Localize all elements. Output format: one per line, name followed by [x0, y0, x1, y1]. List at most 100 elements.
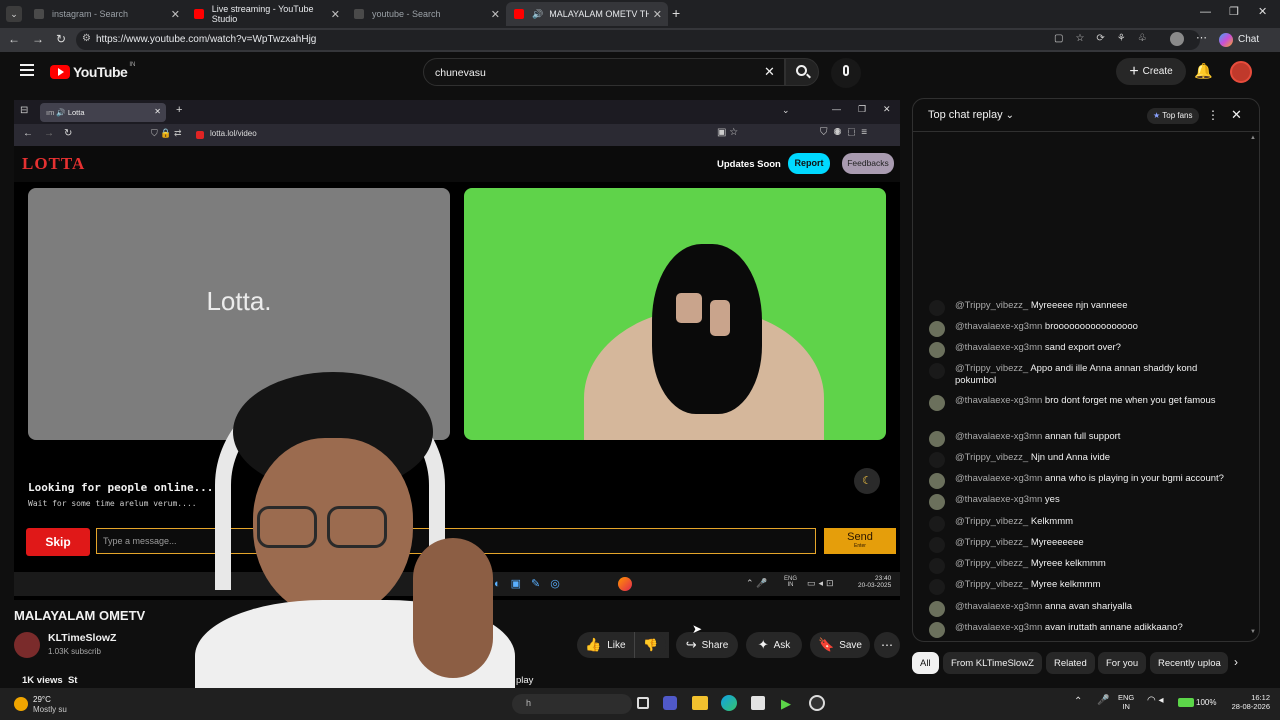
browser-tab-instagram[interactable]: instagram - Search ✕: [26, 2, 186, 26]
reload-icon[interactable]: ↻: [56, 32, 66, 46]
minimize-icon[interactable]: —: [832, 104, 841, 114]
input-language[interactable]: ENG IN: [1118, 693, 1134, 711]
chat-author-name[interactable]: @thavalaexe-xg3mn: [955, 431, 1042, 442]
back-icon[interactable]: ←: [8, 32, 20, 46]
chat-author-avatar[interactable]: [929, 452, 945, 468]
close-tab-icon[interactable]: ✕: [653, 8, 662, 21]
chat-author-avatar[interactable]: [929, 300, 945, 316]
theme-toggle-icon[interactable]: ☾: [854, 468, 880, 494]
ask-button[interactable]: ✦ Ask: [746, 632, 802, 658]
profile-avatar[interactable]: [1170, 32, 1184, 46]
channel-avatar[interactable]: [14, 632, 40, 658]
chat-author-name[interactable]: @Trippy_vibezz_: [955, 558, 1028, 569]
wifi-icon[interactable]: ◠ ◂: [1147, 695, 1164, 706]
top-fans-button[interactable]: ★ Top fans: [1147, 108, 1199, 124]
notifications-icon[interactable]: 🔔: [1194, 62, 1213, 80]
search-input[interactable]: chunevasu ✕: [423, 58, 785, 86]
embedded-url[interactable]: lotta.lol/video: [210, 129, 257, 138]
reload-icon[interactable]: ↻: [64, 128, 72, 139]
search-button[interactable]: [785, 58, 819, 86]
chip-from-channel[interactable]: From KLTimeSlowZ: [943, 652, 1042, 674]
chip-related[interactable]: Related: [1046, 652, 1095, 674]
skip-button[interactable]: Skip: [26, 528, 90, 556]
site-info-icon[interactable]: ⚙: [82, 33, 91, 44]
restore-icon[interactable]: ❐: [858, 104, 866, 115]
restore-icon[interactable]: ❐: [1229, 5, 1239, 18]
chat-author-avatar[interactable]: [929, 395, 945, 411]
chat-author-avatar[interactable]: [929, 431, 945, 447]
browser-tab-studio[interactable]: Live streaming - YouTube Studio ✕: [186, 2, 346, 26]
send-button[interactable]: Send Enter: [824, 528, 896, 554]
close-window-icon[interactable]: ✕: [883, 104, 891, 115]
list-tabs-icon[interactable]: ⌄: [782, 105, 790, 116]
chip-recently-uploaded[interactable]: Recently uploa: [1150, 652, 1228, 674]
report-button[interactable]: Report: [788, 153, 830, 174]
more-icon[interactable]: ⋯: [1196, 31, 1207, 44]
edge-icon[interactable]: [721, 695, 737, 711]
browser-tab-malayalam[interactable]: 🔊 MALAYALAM OMETV THE NE ✕: [506, 2, 668, 26]
chat-author-name[interactable]: @Trippy_vibezz_: [955, 516, 1028, 527]
chat-author-name[interactable]: @thavalaexe-xg3mn: [955, 473, 1042, 484]
voice-search-button[interactable]: [831, 58, 861, 88]
create-button[interactable]: + Create: [1116, 58, 1186, 85]
close-tab-icon[interactable]: ✕: [154, 107, 161, 116]
chevron-right-icon[interactable]: ›: [1234, 655, 1238, 669]
chat-author-name[interactable]: @thavalaexe-xg3mn: [955, 342, 1042, 353]
chat-author-avatar[interactable]: [929, 601, 945, 617]
more-actions-button[interactable]: ⋯: [874, 632, 900, 658]
channel-name[interactable]: KLTimeSlowZ: [48, 632, 116, 644]
chat-author-avatar[interactable]: [929, 537, 945, 553]
close-tab-icon[interactable]: ✕: [171, 8, 180, 21]
chat-author-name[interactable]: @thavalaexe-xg3mn: [955, 494, 1042, 505]
new-tab-icon[interactable]: +: [672, 5, 680, 21]
chat-author-name[interactable]: @Trippy_vibezz_: [955, 363, 1028, 374]
chat-header-dropdown[interactable]: Top chat replay ⌄: [928, 109, 1014, 121]
clear-search-icon[interactable]: ✕: [764, 64, 775, 80]
chat-button[interactable]: Chat: [1238, 34, 1259, 45]
lotta-logo[interactable]: LOTTA: [22, 154, 85, 174]
share-button[interactable]: ↪ Share: [676, 632, 738, 658]
close-tab-icon[interactable]: ✕: [331, 8, 340, 21]
chat-author-name[interactable]: @thavalaexe-xg3mn: [955, 622, 1042, 633]
chip-all[interactable]: All: [912, 652, 939, 674]
forward-icon[interactable]: →: [32, 32, 44, 46]
bookmark-icon[interactable]: ▣ ☆: [717, 127, 738, 138]
chat-author-avatar[interactable]: [929, 558, 945, 574]
chat-author-avatar[interactable]: [929, 494, 945, 510]
youtube-logo[interactable]: YouTube IN: [50, 62, 135, 80]
new-tab-icon[interactable]: +: [176, 104, 182, 116]
store-icon[interactable]: [751, 696, 765, 710]
chat-author-name[interactable]: @Trippy_vibezz_: [955, 537, 1028, 548]
chat-menu-icon[interactable]: ⋮: [1207, 108, 1219, 122]
close-tab-icon[interactable]: ✕: [491, 8, 500, 21]
file-explorer-icon[interactable]: [692, 696, 708, 710]
media-player-icon[interactable]: ▶: [781, 696, 791, 712]
taskbar-search[interactable]: h: [512, 694, 632, 714]
menu-icon[interactable]: [20, 64, 34, 76]
url-field[interactable]: ⚙ https://www.youtube.com/watch?v=WpTwzx…: [76, 30, 1200, 50]
tab-list-icon[interactable]: ⌄: [6, 6, 22, 22]
chat-author-name[interactable]: @Trippy_vibezz_: [955, 300, 1028, 311]
forward-icon[interactable]: →: [44, 128, 54, 139]
weather-icon[interactable]: [14, 697, 28, 711]
dislike-button[interactable]: 👎: [634, 632, 666, 658]
close-window-icon[interactable]: ✕: [1258, 5, 1267, 18]
firefox-icon[interactable]: [618, 577, 632, 591]
chat-author-name[interactable]: @thavalaexe-xg3mn: [955, 395, 1042, 406]
obs-icon[interactable]: [809, 695, 825, 711]
chat-author-avatar[interactable]: [929, 321, 945, 337]
close-chat-icon[interactable]: ✕: [1231, 107, 1242, 123]
extensions-icon[interactable]: ▢☆⟳⚘♧: [1054, 33, 1174, 44]
task-view-icon[interactable]: [637, 697, 649, 709]
save-button[interactable]: 🔖 Save: [810, 632, 870, 658]
battery-icon[interactable]: [1178, 698, 1194, 707]
chat-author-name[interactable]: @thavalaexe-xg3mn: [955, 601, 1042, 612]
chat-author-avatar[interactable]: [929, 473, 945, 489]
clock[interactable]: 16:12 28-08-2026: [1220, 693, 1270, 711]
feedbacks-button[interactable]: Feedbacks: [842, 153, 894, 174]
chat-author-avatar[interactable]: [929, 579, 945, 595]
chat-author-avatar[interactable]: [929, 363, 945, 379]
chip-for-you[interactable]: For you: [1098, 652, 1147, 674]
tray-chevron-icon[interactable]: ⌃: [1074, 696, 1082, 707]
embedded-tab[interactable]: ım 🔊 Lotta ✕: [40, 103, 166, 122]
